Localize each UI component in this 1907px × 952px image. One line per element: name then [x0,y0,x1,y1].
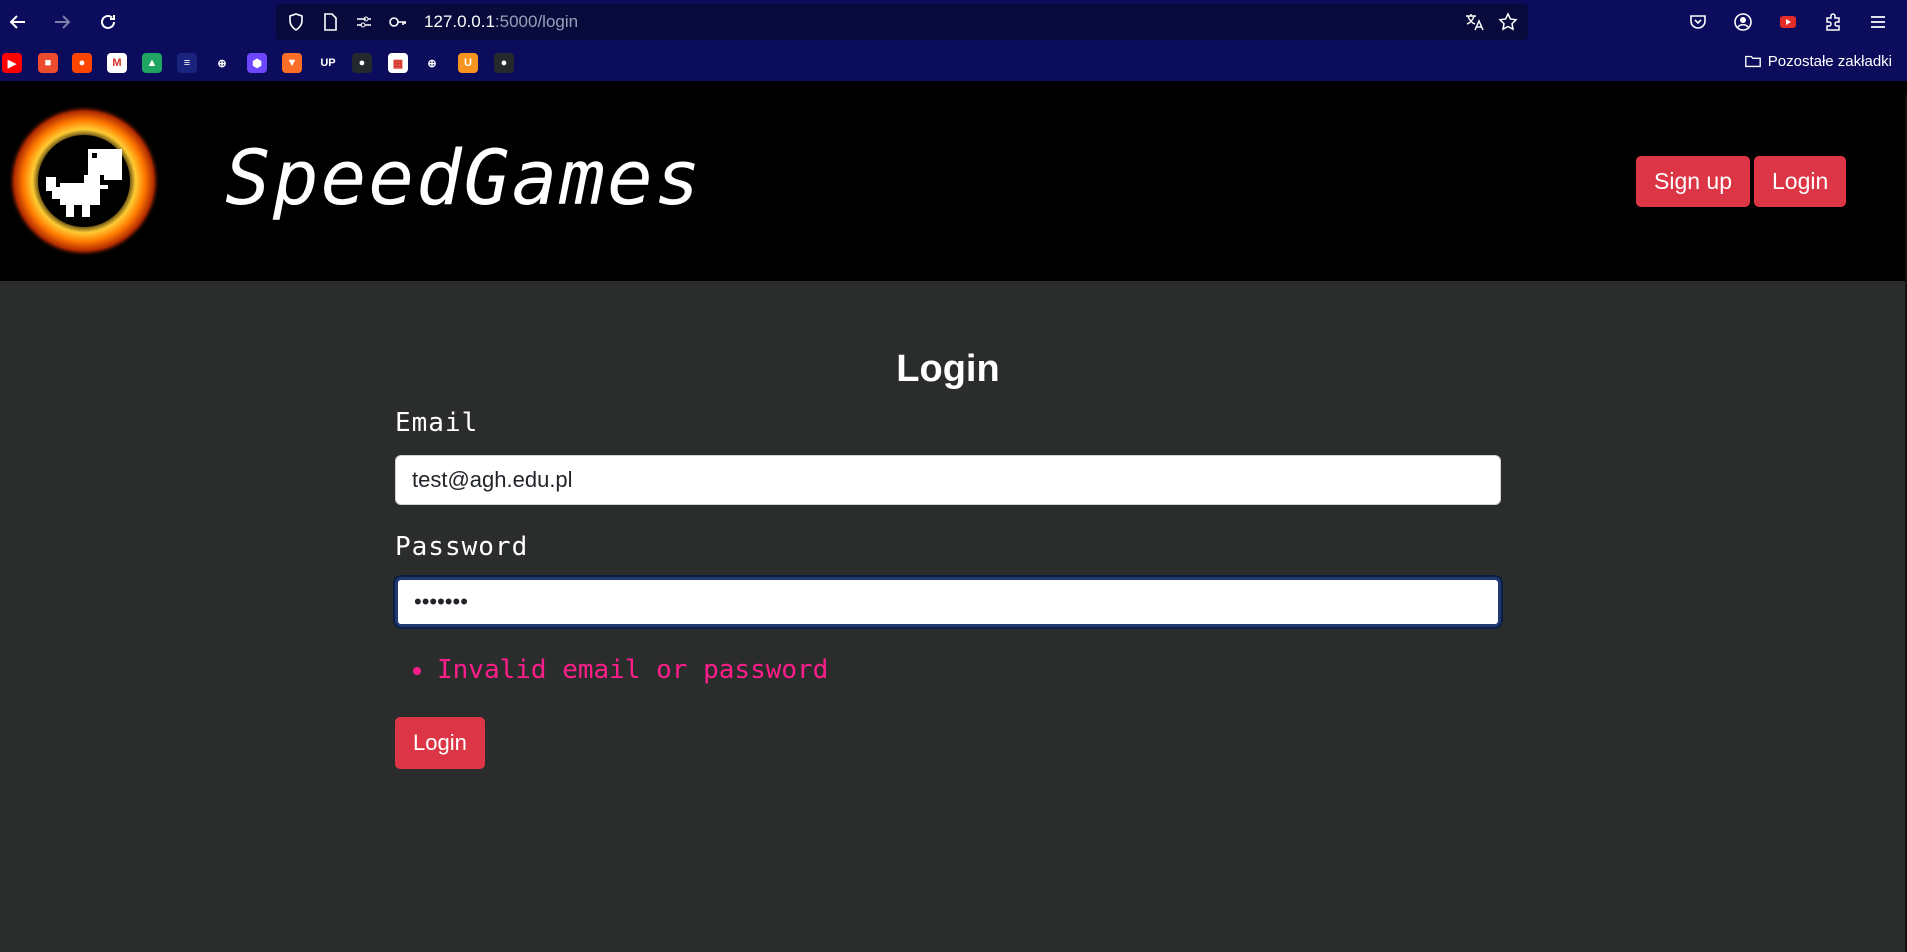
translate-icon[interactable] [1462,10,1486,34]
upel-icon[interactable]: UP [318,53,338,73]
extensions-icon[interactable] [1821,10,1845,34]
pocket-icon[interactable] [1686,10,1710,34]
brand-title[interactable]: SpeedGames [225,133,703,222]
folder-icon [1744,55,1761,68]
password-label: Password [395,532,529,562]
gmail-icon[interactable]: M [107,53,127,73]
signup-button[interactable]: Sign up [1636,156,1751,207]
email-label: Email [395,408,479,438]
key-icon[interactable] [386,10,410,34]
other-bookmarks-folder[interactable]: Pozostałe zakładki [1744,52,1892,70]
globe-icon[interactable]: ⊕ [422,53,442,73]
globe-icon[interactable]: ⊕ [212,53,232,73]
email-field[interactable] [395,455,1501,505]
account-icon[interactable] [1731,10,1755,34]
drive-icon[interactable]: ▲ [142,53,162,73]
site-header: SpeedGames Sign up Login [0,81,1907,281]
browser-toolbar: 127.0.0.1:5000/login [0,0,1907,44]
dino-fire-logo[interactable] [4,103,164,258]
forward-arrow-icon[interactable] [50,10,74,34]
shield-icon[interactable] [284,10,308,34]
menu-icon[interactable] [1866,10,1890,34]
hexagon-icon[interactable]: ⬢ [247,53,267,73]
bookmarks-bar: ▶ ■ ● M ▲ ≡ ⊕ ⬢ ▼ UP ● ▦ ⊕ U ● Pozostałe zakładki [0,44,1907,81]
address-bar[interactable]: 127.0.0.1:5000/login [276,4,1528,40]
url-text[interactable]: 127.0.0.1:5000/login [424,12,578,32]
github-icon[interactable]: ● [352,53,372,73]
page-title: Login [896,348,1000,390]
password-field[interactable] [395,577,1501,627]
error-message: Invalid email or password [413,655,828,685]
gitlab-icon[interactable]: ▼ [282,53,302,73]
back-arrow-icon[interactable] [6,10,30,34]
reload-icon[interactable] [96,10,120,34]
other-bookmarks-label: Pozostałe zakładki [1767,52,1892,70]
github-icon[interactable]: ● [494,53,514,73]
shop-icon[interactable]: ■ [38,53,58,73]
permissions-icon[interactable] [352,10,376,34]
youtube-icon[interactable]: ▶ [2,53,22,73]
photo-icon[interactable]: ▦ [388,53,408,73]
page-icon[interactable] [318,10,342,34]
youtube-extension-icon[interactable] [1776,10,1800,34]
reddit-icon[interactable]: ● [72,53,92,73]
login-submit-button[interactable]: Login [395,717,485,769]
error-text: Invalid email or password [437,655,829,685]
list-icon[interactable]: ≡ [177,53,197,73]
header-login-button[interactable]: Login [1754,156,1847,207]
bullet-icon [413,666,421,675]
star-icon[interactable] [1496,10,1520,34]
u-icon[interactable]: U [458,53,478,73]
